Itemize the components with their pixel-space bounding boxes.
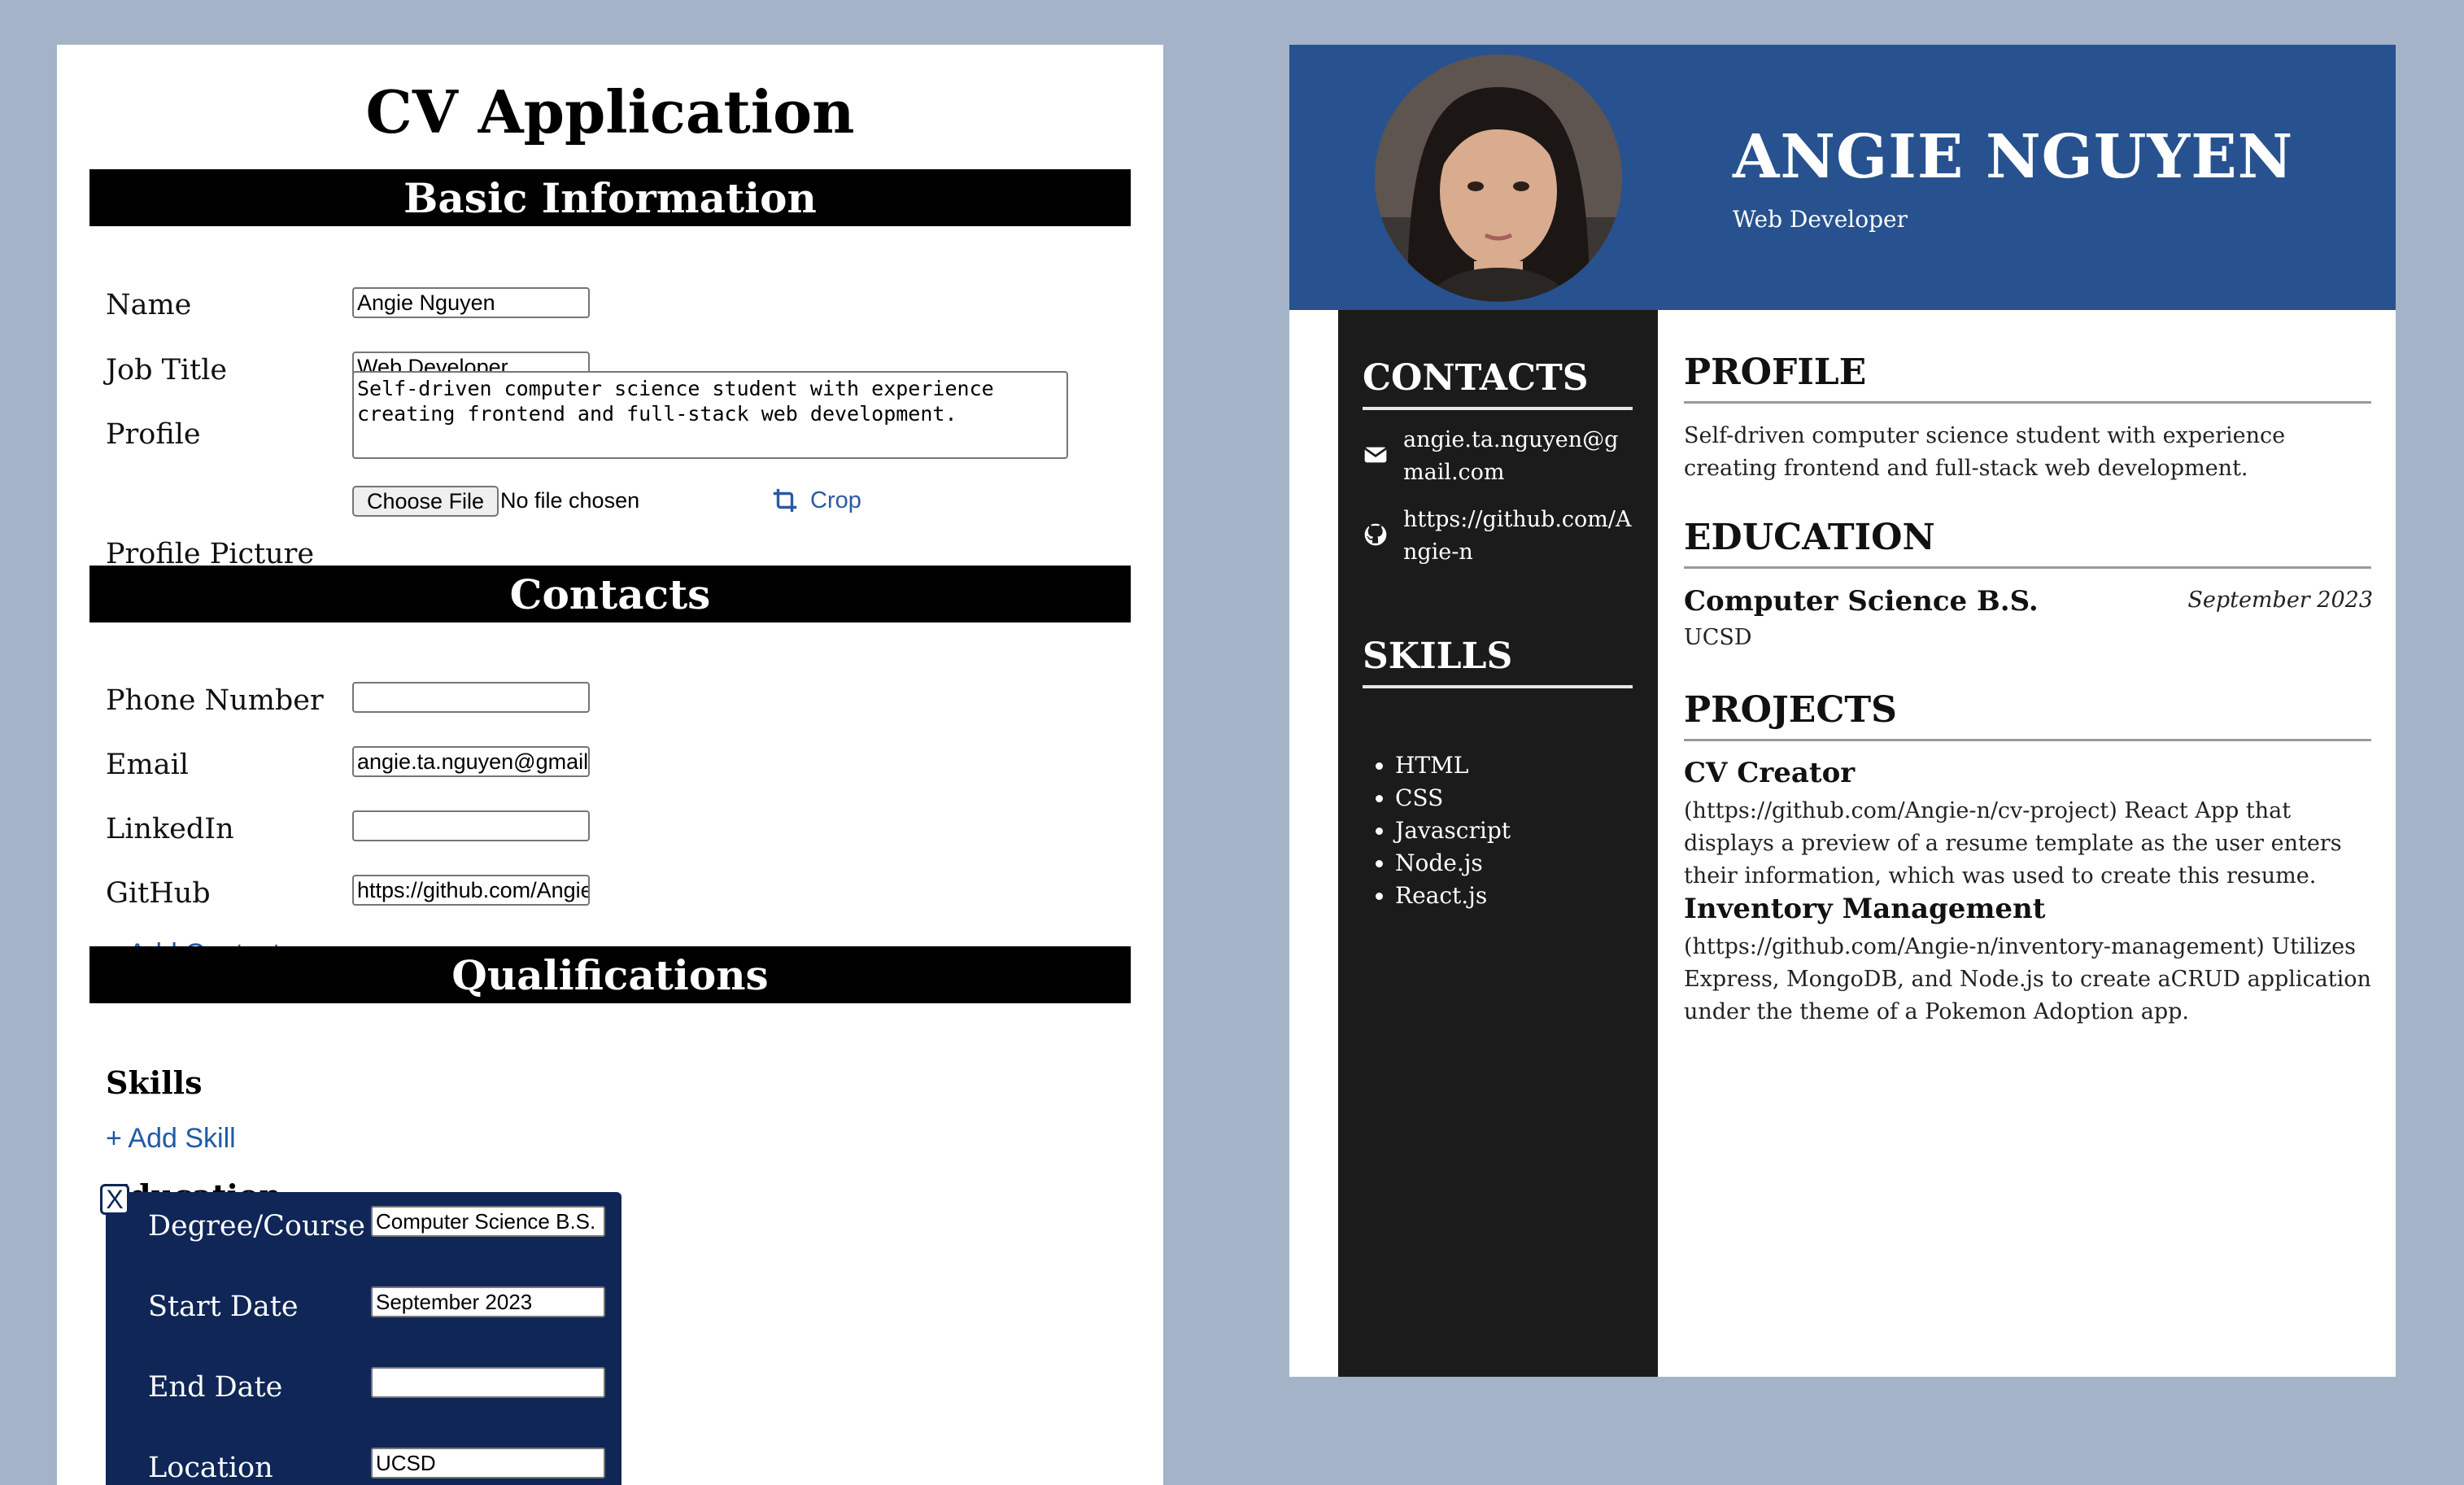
cv-skills-list: HTML CSS Javascript Node.js React.js (1363, 749, 1511, 912)
basic-info-header: Basic Information (89, 169, 1131, 226)
crop-button[interactable]: Crop (771, 487, 861, 514)
cv-job-title: Web Developer (1733, 206, 1908, 233)
email-label: Email (106, 749, 189, 781)
name-label: Name (106, 289, 192, 321)
skill-item: Javascript (1395, 815, 1511, 847)
profile-avatar (1375, 55, 1622, 302)
cv-email-text: angie.ta.nguyen@gmail.com (1403, 427, 1619, 485)
profile-label: Profile (106, 418, 201, 451)
avatar-portrait-icon (1375, 55, 1622, 302)
skill-item: CSS (1395, 782, 1511, 815)
github-icon (1364, 523, 1387, 546)
cv-project-title: CV Creator (1684, 757, 1856, 789)
skill-item: HTML (1395, 749, 1511, 782)
location-label: Location (148, 1452, 273, 1484)
crop-label: Crop (810, 487, 861, 513)
start-date-input[interactable]: September 2023 (371, 1286, 605, 1317)
github-label: GitHub (106, 877, 211, 910)
cv-education-date: September 2023 (2187, 587, 2373, 613)
cv-projects-heading: PROJECTS (1684, 689, 2371, 741)
cv-project-desc: (https://github.com/Angie-n/cv-project) … (1684, 798, 2342, 889)
cv-editor-panel: CV Application Basic Information Name An… (57, 45, 1163, 1485)
app-title: CV Application (365, 77, 855, 146)
envelope-icon (1363, 447, 1388, 463)
phone-label: Phone Number (106, 684, 324, 717)
cv-project-desc: (https://github.com/Angie-n/inventory-ma… (1684, 934, 2371, 1024)
skill-item: Node.js (1395, 847, 1511, 880)
skill-item: React.js (1395, 880, 1511, 912)
cv-name: ANGIE NGUYEN (1733, 122, 2294, 192)
cv-degree: Computer Science B.S. (1684, 585, 2039, 618)
skills-heading: Skills (106, 1064, 203, 1101)
contacts-header: Contacts (89, 566, 1131, 622)
cv-github-text: https://github.com/Angie-n (1403, 507, 1632, 565)
cv-github-row: https://github.com/Angie-n (1363, 504, 1633, 569)
cv-profile-text: Self-driven computer science student wit… (1684, 423, 2286, 481)
degree-input[interactable]: Computer Science B.S. (371, 1206, 605, 1237)
preview-header: ANGIE NGUYEN Web Developer (1289, 45, 2396, 310)
end-date-input[interactable] (371, 1367, 605, 1398)
end-date-label: End Date (148, 1371, 283, 1404)
remove-education-button[interactable]: X (100, 1184, 129, 1215)
cv-education-heading: EDUCATION (1684, 517, 2371, 569)
cv-school: UCSD (1684, 625, 1752, 650)
job-title-label: Job Title (106, 354, 228, 387)
cv-preview-panel: ANGIE NGUYEN Web Developer CONTACTS angi… (1289, 45, 2396, 1377)
email-input[interactable]: angie.ta.nguyen@gmail.com (352, 746, 590, 777)
phone-input[interactable] (352, 682, 590, 713)
linkedin-input[interactable] (352, 810, 590, 841)
linkedin-label: LinkedIn (106, 813, 234, 845)
cv-skills-heading: SKILLS (1363, 635, 1633, 688)
profile-textarea[interactable]: Self-driven computer science student wit… (352, 371, 1068, 459)
cv-sidebar: CONTACTS angie.ta.nguyen@gmail.com https… (1338, 310, 1658, 1377)
name-input[interactable]: Angie Nguyen (352, 287, 590, 318)
cv-contacts-heading: CONTACTS (1363, 357, 1633, 410)
location-input[interactable]: UCSD (371, 1448, 605, 1478)
start-date-label: Start Date (148, 1291, 299, 1323)
qualifications-header: Qualifications (89, 946, 1131, 1003)
cv-email-row: angie.ta.nguyen@gmail.com (1363, 424, 1633, 489)
no-file-chosen-text: No file chosen (500, 488, 640, 513)
cv-project-title: Inventory Management (1684, 893, 2046, 925)
cv-profile-heading: PROFILE (1684, 352, 2371, 404)
crop-icon (773, 488, 797, 513)
degree-label: Degree/Course (148, 1210, 365, 1243)
choose-file-button[interactable]: Choose File (352, 486, 499, 517)
github-input[interactable]: https://github.com/Angie-n (352, 875, 590, 906)
add-skill-button[interactable]: + Add Skill (106, 1123, 236, 1155)
